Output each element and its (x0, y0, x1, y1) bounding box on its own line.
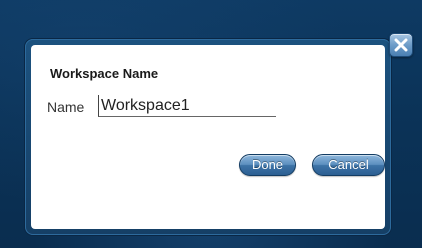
name-label: Name (47, 99, 85, 115)
workspace-name-input[interactable] (98, 95, 276, 117)
done-button[interactable]: Done (239, 154, 296, 176)
close-button[interactable] (389, 33, 413, 57)
dialog-panel: Workspace Name Name Done Cancel (31, 45, 385, 229)
workspace-name-dialog: Workspace Name Name Done Cancel (25, 39, 391, 235)
dialog-title: Workspace Name (50, 66, 159, 81)
cancel-button[interactable]: Cancel (312, 154, 385, 176)
close-icon (394, 38, 408, 52)
